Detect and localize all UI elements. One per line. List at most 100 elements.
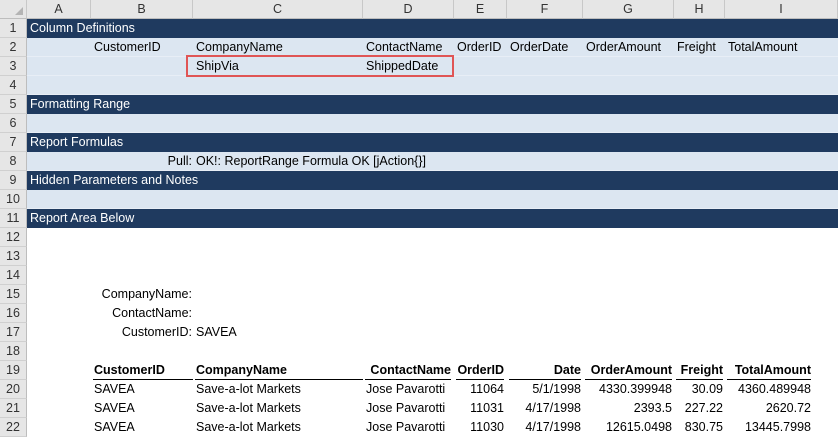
table-cell[interactable]: 2393.5 (585, 399, 672, 418)
column-header-i[interactable]: I (725, 0, 838, 19)
row-header-12[interactable]: 12 (0, 228, 27, 247)
th-date[interactable]: Date (509, 361, 581, 380)
column-header-e[interactable]: E (454, 0, 507, 19)
table-cell[interactable]: 13445.7998 (727, 418, 811, 437)
def-customerid[interactable]: CustomerID (94, 38, 161, 57)
param-customer-value[interactable]: SAVEA (196, 323, 237, 342)
table-cell[interactable]: 4/17/1998 (509, 399, 581, 418)
table-cell[interactable]: Jose Pavarotti (366, 399, 445, 418)
th-companyname[interactable]: CompanyName (195, 361, 363, 380)
column-header-b[interactable]: B (91, 0, 193, 19)
table-cell[interactable]: 11030 (456, 418, 504, 437)
table-cell[interactable]: 4360.489948 (727, 380, 811, 399)
table-cell[interactable]: SAVEA (94, 399, 135, 418)
table-cell[interactable]: Save-a-lot Markets (196, 418, 301, 437)
select-all-triangle-icon (15, 7, 23, 15)
row-header-20[interactable]: 20 (0, 380, 27, 399)
def-shipvia[interactable]: ShipVia (196, 57, 239, 76)
section-title: Column Definitions (30, 21, 135, 35)
def-shippeddate[interactable]: ShippedDate (366, 57, 438, 76)
section-title: Hidden Parameters and Notes (30, 173, 199, 187)
th-totalamount[interactable]: TotalAmount (727, 361, 811, 380)
column-header-f[interactable]: F (507, 0, 583, 19)
row-header-9[interactable]: 9 (0, 171, 27, 190)
row-header-14[interactable]: 14 (0, 266, 27, 285)
formatting-row-6[interactable] (27, 114, 838, 133)
section-title: Report Area Below (30, 211, 135, 225)
th-contactname[interactable]: ContactName (365, 361, 451, 380)
th-freight[interactable]: Freight (676, 361, 723, 380)
def-freight[interactable]: Freight (677, 38, 716, 57)
section-column-definitions[interactable]: Column Definitions (27, 19, 838, 38)
table-cell[interactable]: Jose Pavarotti (366, 380, 445, 399)
table-cell[interactable]: SAVEA (94, 380, 135, 399)
column-header-g[interactable]: G (583, 0, 674, 19)
section-title: Report Formulas (30, 135, 124, 149)
table-cell[interactable]: Save-a-lot Markets (196, 380, 301, 399)
formula-label: Pull: (167, 154, 192, 168)
row-header-15[interactable]: 15 (0, 285, 27, 304)
row-header-18[interactable]: 18 (0, 342, 27, 361)
row-header-11[interactable]: 11 (0, 209, 27, 228)
table-cell[interactable]: 4/17/1998 (509, 418, 581, 437)
param-row-contact[interactable]: ContactName: (27, 304, 838, 323)
param-company-label: CompanyName: (101, 287, 192, 301)
param-row-customer[interactable]: CustomerID: SAVEA (27, 323, 838, 342)
row-header-22[interactable]: 22 (0, 418, 27, 437)
th-orderid[interactable]: OrderID (456, 361, 504, 380)
row-header-17[interactable]: 17 (0, 323, 27, 342)
table-cell[interactable]: 12615.0498 (585, 418, 672, 437)
row-header-3[interactable]: 3 (0, 57, 27, 76)
row-header-21[interactable]: 21 (0, 399, 27, 418)
table-cell[interactable]: 4330.399948 (585, 380, 672, 399)
def-orderamount[interactable]: OrderAmount (586, 38, 661, 57)
row-header-2[interactable]: 2 (0, 38, 27, 57)
section-report-area[interactable]: Report Area Below (27, 209, 838, 228)
table-cell[interactable]: 11064 (456, 380, 504, 399)
th-orderamount[interactable]: OrderAmount (585, 361, 672, 380)
def-orderid[interactable]: OrderID (457, 38, 501, 57)
table-cell[interactable]: 5/1/1998 (509, 380, 581, 399)
table-cell[interactable]: 2620.72 (727, 399, 811, 418)
formula-row-8[interactable]: Pull: OK!: ReportRange Formula OK [jActi… (27, 152, 838, 171)
param-customer-label: CustomerID: (121, 325, 192, 339)
params-row-10[interactable] (27, 190, 838, 209)
row-header-13[interactable]: 13 (0, 247, 27, 266)
definitions-row-4[interactable] (27, 76, 838, 95)
formula-value[interactable]: OK!: ReportRange Formula OK [jAction{}] (196, 152, 426, 171)
table-cell[interactable]: 11031 (456, 399, 504, 418)
def-contactname[interactable]: ContactName (366, 38, 442, 57)
section-report-formulas[interactable]: Report Formulas (27, 133, 838, 152)
row-header-19[interactable]: 19 (0, 361, 27, 380)
def-companyname[interactable]: CompanyName (196, 38, 283, 57)
column-header-c[interactable]: C (193, 0, 363, 19)
def-orderdate[interactable]: OrderDate (510, 38, 568, 57)
param-contact-label: ContactName: (112, 306, 192, 320)
row-header-7[interactable]: 7 (0, 133, 27, 152)
def-totalamount[interactable]: TotalAmount (728, 38, 797, 57)
spreadsheet-grid[interactable]: A B C D E F G H I 1 2 3 4 5 6 7 8 9 10 1… (0, 0, 838, 442)
select-all-corner[interactable] (0, 0, 27, 19)
table-cell[interactable]: Jose Pavarotti (366, 418, 445, 437)
row-header-4[interactable]: 4 (0, 76, 27, 95)
table-cell[interactable]: 30.09 (676, 380, 723, 399)
row-header-8[interactable]: 8 (0, 152, 27, 171)
row-header-5[interactable]: 5 (0, 95, 27, 114)
table-cell[interactable]: SAVEA (94, 418, 135, 437)
definitions-row-2[interactable]: CustomerID CompanyName ContactName Order… (27, 38, 838, 57)
column-header-h[interactable]: H (674, 0, 725, 19)
row-header-1[interactable]: 1 (0, 19, 27, 38)
row-header-16[interactable]: 16 (0, 304, 27, 323)
section-hidden-parameters[interactable]: Hidden Parameters and Notes (27, 171, 838, 190)
th-customerid[interactable]: CustomerID (93, 361, 193, 380)
row-header-6[interactable]: 6 (0, 114, 27, 133)
table-cell[interactable]: 830.75 (676, 418, 723, 437)
definitions-row-3[interactable]: ShipVia ShippedDate (27, 57, 838, 76)
row-header-10[interactable]: 10 (0, 190, 27, 209)
table-cell[interactable]: 227.22 (676, 399, 723, 418)
column-header-a[interactable]: A (27, 0, 91, 19)
section-formatting-range[interactable]: Formatting Range (27, 95, 838, 114)
table-cell[interactable]: Save-a-lot Markets (196, 399, 301, 418)
column-header-d[interactable]: D (363, 0, 454, 19)
param-row-company[interactable]: CompanyName: (27, 285, 838, 304)
